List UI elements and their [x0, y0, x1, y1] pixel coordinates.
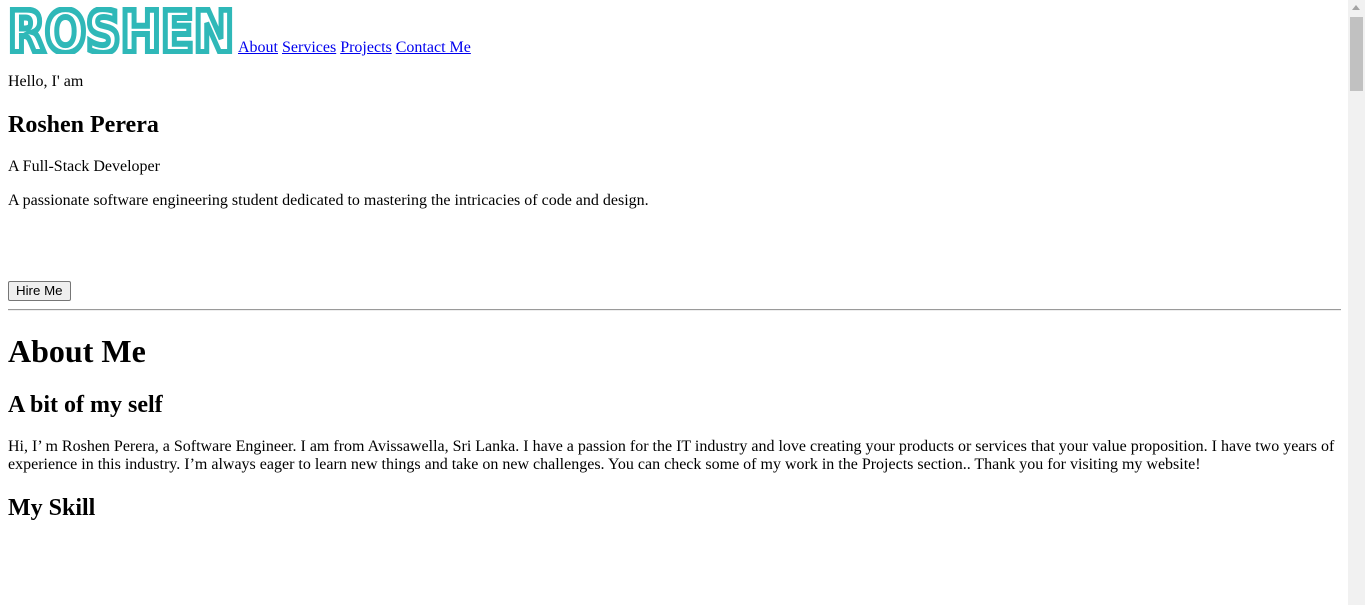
nav-links: About Services Projects Contact Me [238, 39, 471, 57]
about-title: About Me [8, 333, 146, 369]
roshen-logo[interactable]: ROSHEN [8, 7, 236, 54]
about-subtitle: A bit of my self [8, 392, 163, 418]
hero-role: A Full-Stack Developer [8, 158, 160, 175]
vertical-scrollbar[interactable] [1348, 0, 1365, 605]
page: ROSHEN About Services Projects Contact M… [8, 0, 1341, 521]
navbar: ROSHEN About Services Projects Contact M… [8, 0, 1341, 57]
hero-description: A passionate software engineering studen… [8, 192, 649, 209]
about-bio: Hi, I’ m Roshen Perera, a Software Engin… [8, 438, 1335, 473]
section-divider [8, 309, 1341, 311]
nav-link-services[interactable]: Services [282, 39, 336, 56]
scroll-up-arrow-icon[interactable] [1352, 5, 1360, 10]
nav-link-contact[interactable]: Contact Me [396, 39, 471, 56]
hero-name: Roshen Perera [8, 112, 159, 138]
nav-link-projects[interactable]: Projects [340, 39, 392, 56]
logo-text: ROSHEN [8, 7, 234, 54]
scrollbar-thumb[interactable] [1350, 17, 1363, 91]
hero-greeting: Hello, I' am [8, 73, 84, 90]
hire-me-button[interactable]: Hire Me [8, 281, 71, 301]
nav-link-about[interactable]: About [238, 39, 278, 56]
skills-title: My Skill [8, 495, 96, 521]
